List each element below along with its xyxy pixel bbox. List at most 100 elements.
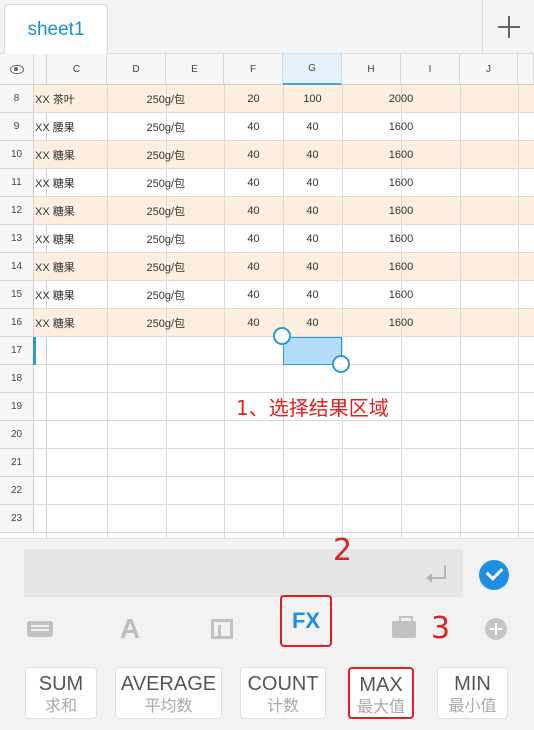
confirm-check-icon[interactable] (479, 560, 509, 590)
cell-h[interactable]: 1600 (342, 113, 460, 141)
cell-product-name[interactable]: XX 糖果 (35, 253, 107, 281)
column-header-j[interactable]: J (460, 54, 518, 85)
cell-g[interactable]: 40 (283, 169, 342, 197)
enter-icon[interactable] (426, 565, 446, 583)
cell-g[interactable]: 40 (283, 113, 342, 141)
column-header-e[interactable]: E (166, 54, 224, 85)
cell-h[interactable]: 1600 (342, 225, 460, 253)
cell-f[interactable]: 40 (224, 169, 283, 197)
keyboard-button[interactable] (22, 611, 58, 647)
column-header-c[interactable]: C (47, 54, 107, 85)
func-label-cn: 最小值 (448, 696, 497, 715)
cell-h[interactable]: 1600 (342, 309, 460, 337)
row-header[interactable]: 21 (0, 449, 34, 477)
func-label: COUNT (247, 673, 319, 695)
cell-f[interactable]: 40 (224, 197, 283, 225)
tools-button[interactable] (386, 611, 422, 647)
function-fx-button[interactable]: FX (280, 595, 332, 647)
cell-h[interactable]: 1600 (342, 253, 460, 281)
column-header-g[interactable]: G (283, 54, 342, 85)
min-button[interactable]: MIN 最小值 (437, 667, 508, 719)
row-header[interactable]: 13 (0, 225, 34, 253)
cell-f[interactable]: 40 (224, 253, 283, 281)
column-header-f[interactable]: F (224, 54, 283, 85)
add-sheet-button[interactable] (482, 0, 534, 54)
insert-button[interactable] (483, 611, 509, 647)
cell-h[interactable]: 1600 (342, 281, 460, 309)
row-header[interactable]: 19 (0, 393, 34, 421)
cell-spec[interactable]: 250g/包 (107, 113, 187, 141)
cell-spec[interactable]: 250g/包 (107, 141, 187, 169)
tab-sheet1[interactable]: sheet1 (4, 4, 108, 54)
func-label-cn: 平均数 (144, 696, 193, 715)
column-header-k (518, 54, 534, 85)
cell-g[interactable]: 100 (283, 85, 342, 113)
cell-h[interactable]: 1600 (342, 141, 460, 169)
cell-h[interactable]: 1600 (342, 197, 460, 225)
max-button[interactable]: MAX 最大值 (348, 667, 414, 719)
cell-g[interactable]: 40 (283, 141, 342, 169)
cell-product-name[interactable]: XX 糖果 (35, 141, 107, 169)
spreadsheet-grid[interactable]: C D E F G H I J 8 9 10 11 12 13 14 15 16… (0, 54, 534, 538)
cell-g[interactable]: 40 (283, 225, 342, 253)
briefcase-icon (392, 615, 416, 638)
cell-g[interactable]: 40 (283, 309, 342, 337)
func-label: MAX (359, 674, 403, 696)
cell-f[interactable]: 40 (224, 141, 283, 169)
cell-spec[interactable]: 250g/包 (107, 169, 187, 197)
count-button[interactable]: COUNT 计数 (240, 667, 326, 719)
cell-product-name[interactable]: XX 糖果 (35, 169, 107, 197)
row-header[interactable]: 23 (0, 505, 34, 533)
cell-product-name[interactable]: XX 腰果 (35, 113, 107, 141)
cell-product-name[interactable]: XX 糖果 (35, 309, 107, 337)
row-header[interactable]: 12 (0, 197, 34, 225)
cell-h[interactable]: 1600 (342, 169, 460, 197)
row-header[interactable]: 9 (0, 113, 34, 141)
function-shortcuts: SUM 求和 AVERAGE 平均数 COUNT 计数 MAX 最大值 MIN … (0, 667, 534, 723)
table-row-empty (34, 365, 534, 393)
select-all-corner[interactable] (0, 54, 34, 85)
cell-spec[interactable]: 250g/包 (107, 85, 187, 113)
row-header[interactable]: 15 (0, 281, 34, 309)
cell-spec[interactable]: 250g/包 (107, 281, 187, 309)
formula-input[interactable] (24, 549, 463, 597)
cell-product-name[interactable]: XX 茶叶 (35, 85, 107, 113)
selection-handle-top-left[interactable] (273, 327, 291, 345)
cell-f[interactable]: 40 (224, 225, 283, 253)
cell-g[interactable]: 40 (283, 281, 342, 309)
cell-product-name[interactable]: XX 糖果 (35, 197, 107, 225)
column-header-i[interactable]: I (401, 54, 460, 85)
row-header[interactable]: 14 (0, 253, 34, 281)
cell-product-name[interactable]: XX 糖果 (35, 225, 107, 253)
row-header[interactable]: 20 (0, 421, 34, 449)
cell-g[interactable]: 40 (283, 197, 342, 225)
row-header[interactable]: 16 (0, 309, 34, 337)
average-button[interactable]: AVERAGE 平均数 (115, 667, 222, 719)
row-header[interactable]: 18 (0, 365, 34, 393)
column-header-h[interactable]: H (342, 54, 401, 85)
row-header[interactable]: 10 (0, 141, 34, 169)
eye-icon (9, 64, 24, 74)
cell-g[interactable]: 40 (283, 253, 342, 281)
cell-spec[interactable]: 250g/包 (107, 253, 187, 281)
cell-spec[interactable]: 250g/包 (107, 225, 187, 253)
row-header[interactable]: 11 (0, 169, 34, 197)
row-header[interactable]: 17 (0, 337, 34, 365)
cell-f[interactable]: 20 (224, 85, 283, 113)
selection-handle-bottom-right[interactable] (332, 355, 350, 373)
cell-spec[interactable]: 250g/包 (107, 197, 187, 225)
row-header[interactable]: 8 (0, 85, 34, 113)
column-header-d[interactable]: D (107, 54, 166, 85)
cell-f[interactable]: 40 (224, 113, 283, 141)
sum-button[interactable]: SUM 求和 (25, 667, 97, 719)
cell-spec[interactable]: 250g/包 (107, 309, 187, 337)
plus-icon (497, 16, 520, 38)
cell-product-name[interactable]: XX 糖果 (35, 281, 107, 309)
cell-f[interactable]: 40 (224, 281, 283, 309)
row-header[interactable]: 22 (0, 477, 34, 505)
cell-h[interactable]: 2000 (342, 85, 460, 113)
font-format-button[interactable]: A (112, 611, 148, 647)
table-row-empty (34, 449, 534, 477)
func-label-cn: 最大值 (356, 697, 405, 716)
cell-format-button[interactable] (204, 611, 240, 647)
